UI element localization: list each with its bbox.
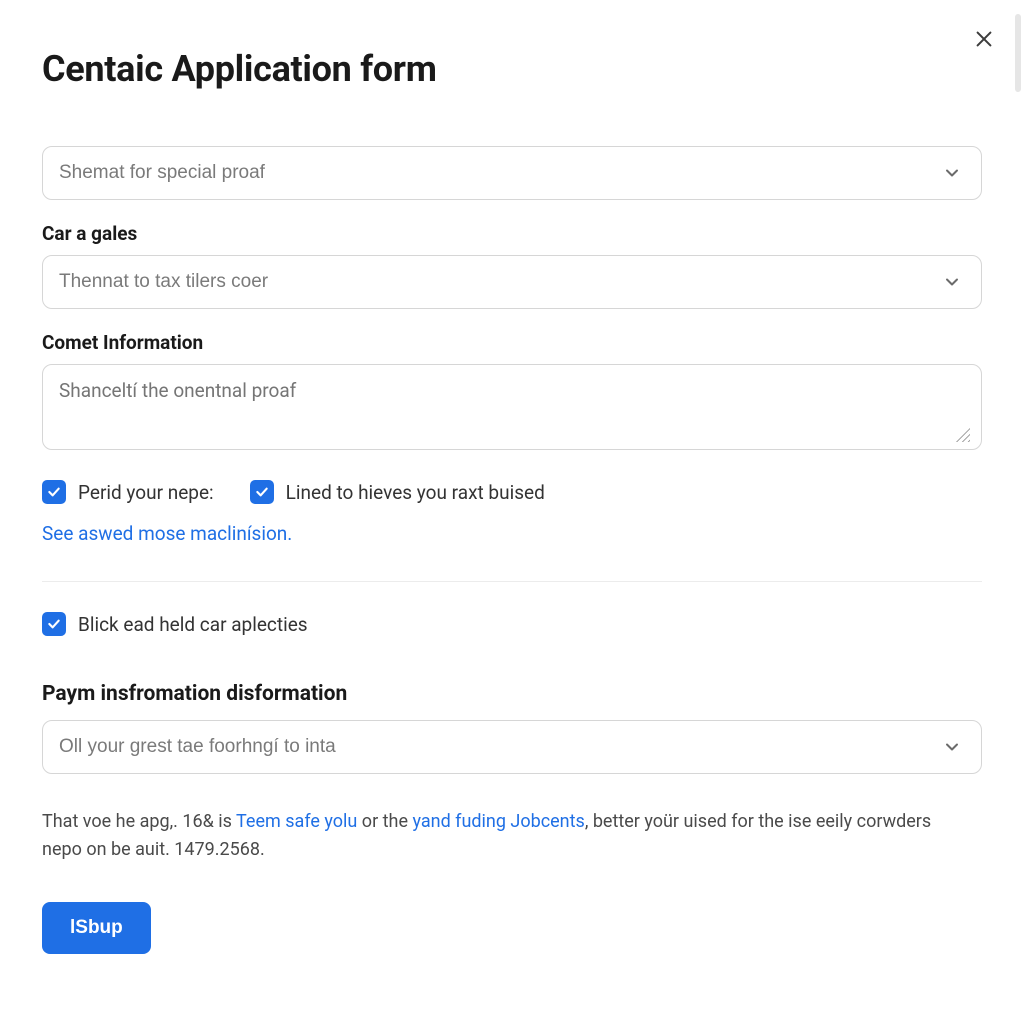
- close-icon: [973, 28, 995, 53]
- heading-paym: Paym insfromation disformation: [42, 682, 982, 706]
- checkbox-row: Perid your nepe: Lined to hieves you rax…: [42, 480, 982, 504]
- textarea-comet-info[interactable]: [42, 364, 982, 450]
- checkbox-lined[interactable]: [250, 480, 274, 504]
- field-paym: Paym insfromation disformation Oll your …: [42, 682, 982, 774]
- divider: [42, 581, 982, 582]
- legal-text: That voe he apg,. 16& is Teem safe yolu …: [42, 808, 942, 864]
- select-car-gales[interactable]: Thennat to tax tilers coer: [42, 255, 982, 309]
- checkbox-blick[interactable]: [42, 612, 66, 636]
- close-button[interactable]: [968, 24, 1000, 56]
- checkbox-label-lined: Lined to hieves you raxt buised: [286, 481, 545, 504]
- select-paym[interactable]: Oll your grest tae foorhngí to inta: [42, 720, 982, 774]
- select-wrap-special: Shemat for special proaf: [42, 146, 982, 200]
- textarea-wrap: [42, 364, 982, 454]
- check-item-blick: Blick ead held car aplecties: [42, 612, 982, 636]
- checkbox-perid[interactable]: [42, 480, 66, 504]
- field-special-proaf: Shemat for special proaf: [42, 146, 982, 200]
- select-wrap-car: Thennat to tax tilers coer: [42, 255, 982, 309]
- select-wrap-paym: Oll your grest tae foorhngí to inta: [42, 720, 982, 774]
- application-form-modal: Centaic Application form Shemat for spec…: [0, 0, 1024, 1024]
- see-more-link[interactable]: See aswed mose maclinísion.: [42, 522, 982, 545]
- check-item-perid: Perid your nepe:: [42, 480, 214, 504]
- select-special-proaf[interactable]: Shemat for special proaf: [42, 146, 982, 200]
- legal-link-teem[interactable]: Teem safe yolu: [236, 811, 357, 832]
- label-car-gales: Car a gales: [42, 222, 982, 245]
- submit-button[interactable]: lSbup: [42, 902, 151, 954]
- label-comet-info: Comet Information: [42, 331, 982, 354]
- page-title: Centaic Application form: [42, 48, 982, 90]
- check-item-lined: Lined to hieves you raxt buised: [250, 480, 545, 504]
- field-comet-info: Comet Information: [42, 331, 982, 454]
- checkbox-label-blick: Blick ead held car aplecties: [78, 613, 308, 636]
- legal-link-jobcents[interactable]: yand fuding Jobcents: [412, 811, 584, 832]
- checkbox-label-perid: Perid your nepe:: [78, 481, 214, 504]
- field-car-gales: Car a gales Thennat to tax tilers coer: [42, 222, 982, 309]
- legal-part-2: or the: [357, 811, 412, 832]
- scrollbar[interactable]: [1015, 14, 1021, 92]
- legal-part-1: That voe he apg,. 16& is: [42, 811, 236, 832]
